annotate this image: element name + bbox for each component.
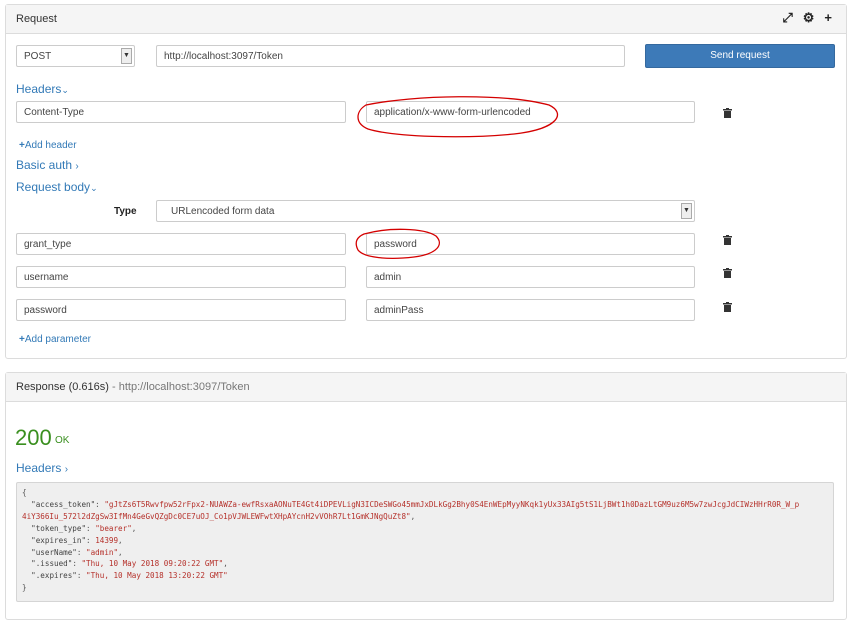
json-key: "expires_in"	[31, 535, 87, 545]
json-value: "bearer"	[95, 523, 132, 533]
param-name-field[interactable]: password	[16, 299, 346, 321]
response-body: { "access_token": "gJtZs6T5Rwvfpw52rFpx2…	[16, 482, 834, 602]
chevron-down-icon: ⌄	[61, 85, 69, 95]
chevron-right-icon: ›	[64, 464, 69, 475]
chevron-down-icon: ▼	[681, 203, 692, 219]
trash-icon[interactable]	[723, 268, 732, 278]
method-select[interactable]: POST ▼	[16, 45, 135, 67]
body-type-value: URLencoded form data	[171, 206, 275, 217]
json-key: "token_type"	[31, 523, 87, 533]
param-value-field[interactable]: password	[366, 233, 695, 255]
add-header-label: Add header	[24, 140, 77, 151]
json-key: "access_token"	[31, 499, 96, 509]
status-code: 200	[15, 425, 52, 450]
basic-auth-toggle[interactable]: Basic auth ›	[16, 158, 79, 172]
headers-section-label: Headers	[16, 82, 62, 96]
json-value: "gJtZs6T5Rwvfpw52rFpx2-NUAWZa-ewfRsxaAON…	[104, 499, 800, 509]
add-header-link[interactable]: +Add header	[19, 140, 77, 151]
request-panel-title: Request	[16, 13, 57, 25]
json-value: 14399	[95, 535, 119, 545]
param-name-value: grant_type	[24, 239, 72, 250]
url-input[interactable]: http://localhost:3097/Token	[156, 45, 625, 67]
response-title: Response (0.616s)	[16, 381, 109, 393]
param-name-value: password	[24, 305, 67, 316]
response-panel-title: Response (0.616s) - http://localhost:309…	[16, 381, 250, 393]
header-name-value: Content-Type	[24, 107, 85, 118]
json-key: "userName"	[31, 547, 77, 557]
chevron-down-icon: ▼	[121, 48, 132, 64]
response-panel-header: Response (0.616s) - http://localhost:309…	[6, 373, 846, 402]
header-value-field[interactable]: application/x-www-form-urlencoded	[366, 101, 695, 123]
send-request-label: Send request	[710, 50, 770, 61]
json-value: "Thu, 10 May 2018 13:20:22 GMT"	[86, 571, 228, 581]
param-name-field[interactable]: username	[16, 266, 346, 288]
json-open-brace: {	[22, 488, 27, 497]
param-name-value: username	[24, 272, 69, 283]
url-value: http://localhost:3097/Token	[164, 51, 283, 62]
param-value-value: adminPass	[374, 305, 424, 316]
panel-header-icons: ⤢ ⚙ +	[782, 11, 832, 25]
param-value-field[interactable]: adminPass	[366, 299, 695, 321]
chevron-down-icon: ⌄	[90, 183, 98, 193]
type-label: Type	[114, 206, 137, 217]
header-value-value: application/x-www-form-urlencoded	[374, 107, 531, 118]
chevron-right-icon: ›	[75, 161, 79, 172]
headers-section-toggle[interactable]: Headers⌄	[16, 82, 69, 96]
json-key: ".issued"	[31, 559, 73, 569]
basic-auth-label: Basic auth	[16, 158, 73, 172]
trash-icon[interactable]	[723, 108, 732, 118]
json-value: "admin"	[86, 547, 119, 557]
param-value-value: password	[374, 239, 417, 250]
response-url: http://localhost:3097/Token	[118, 381, 250, 393]
plus-icon[interactable]: +	[824, 11, 832, 25]
request-panel-header: Request ⤢ ⚙ +	[6, 5, 846, 34]
request-body-label: Request body	[16, 180, 91, 194]
param-value-value: admin	[374, 272, 402, 283]
json-close-brace: }	[22, 583, 27, 593]
body-type-select[interactable]: URLencoded form data ▼	[156, 200, 695, 222]
add-parameter-label: Add parameter	[24, 334, 91, 345]
response-headers-label: Headers	[16, 461, 62, 475]
request-body-toggle[interactable]: Request body⌄	[16, 180, 98, 194]
json-value: "Thu, 10 May 2018 09:20:22 GMT"	[81, 559, 224, 569]
json-key: ".expires"	[31, 571, 77, 581]
param-name-field[interactable]: grant_type	[16, 233, 346, 255]
response-headers-toggle[interactable]: Headers ›	[16, 461, 68, 475]
send-request-button[interactable]: Send request	[645, 44, 835, 68]
response-separator: -	[108, 381, 119, 393]
header-name-field[interactable]: Content-Type	[16, 101, 346, 123]
expand-icon[interactable]: ⤢	[782, 11, 792, 25]
method-value: POST	[24, 51, 52, 62]
gear-icon[interactable]: ⚙	[803, 11, 815, 25]
trash-icon[interactable]	[723, 235, 732, 245]
json-value: 4iY366Iu_572l2dZgSw3IfMn4GeGvQZgDc0CE7uO…	[22, 511, 411, 521]
add-parameter-link[interactable]: +Add parameter	[19, 334, 91, 345]
param-value-field[interactable]: admin	[366, 266, 695, 288]
status-text: OK	[55, 435, 70, 446]
trash-icon[interactable]	[723, 302, 732, 312]
